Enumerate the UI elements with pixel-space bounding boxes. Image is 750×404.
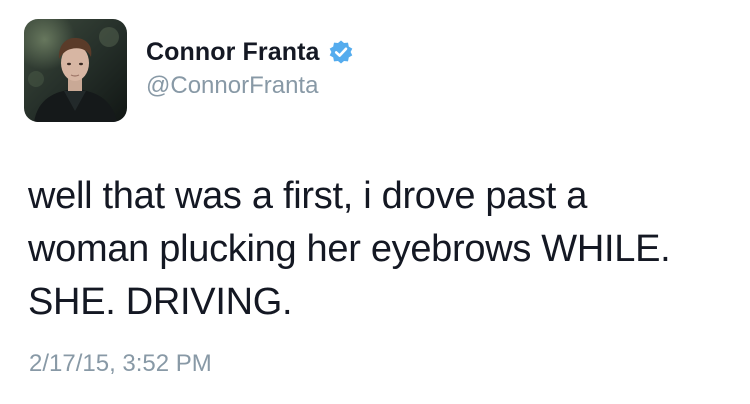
verified-badge-icon (328, 39, 354, 65)
display-name[interactable]: Connor Franta (146, 38, 320, 67)
user-handle[interactable]: @ConnorFranta (146, 72, 354, 100)
avatar[interactable] (24, 19, 127, 122)
author-block: Connor Franta @ConnorFranta (146, 37, 354, 100)
name-row: Connor Franta (146, 37, 354, 67)
tweet-card: Connor Franta @ConnorFranta well that wa… (0, 0, 750, 404)
tweet-timestamp[interactable]: 2/17/15, 3:52 PM (29, 350, 212, 378)
profile-photo (24, 19, 127, 122)
tweet-text: well that was a first, i drove past a wo… (28, 175, 671, 323)
